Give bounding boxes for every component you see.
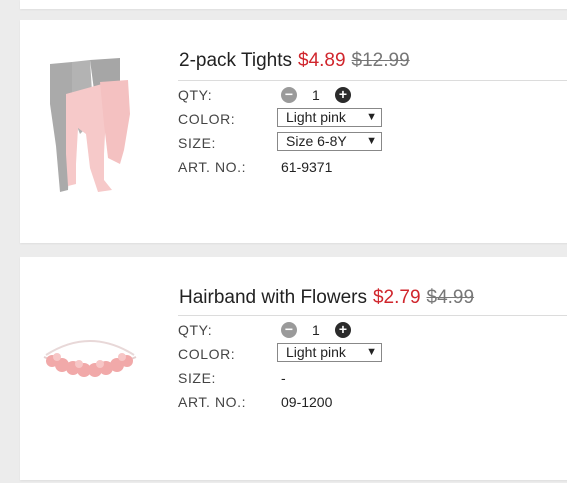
increase-qty-button[interactable]: + — [335, 322, 351, 338]
qty-value: 1 — [312, 87, 320, 103]
art-no-value: 09-1200 — [281, 394, 333, 410]
product-image-tights[interactable] — [42, 54, 142, 196]
increase-qty-button[interactable]: + — [335, 87, 351, 103]
size-label: SIZE: — [178, 370, 217, 386]
art-no-label: ART. NO.: — [178, 159, 247, 175]
qty-value: 1 — [312, 322, 320, 338]
previous-item-card — [20, 0, 567, 9]
product-name-link[interactable]: 2-pack Tights — [179, 50, 292, 71]
color-selected-value: Light pink — [286, 109, 346, 125]
size-select[interactable]: Size 6-8Y ▼ — [277, 132, 382, 151]
cart-item-tights: 2-pack Tights $4.89 $12.99 QTY: − 1 + COLO… — [20, 20, 567, 243]
original-price: $12.99 — [351, 50, 410, 71]
divider — [178, 80, 567, 81]
size-selected-value: Size 6-8Y — [286, 133, 347, 149]
product-title: 2-pack Tights $4.89 $12.99 — [179, 50, 567, 72]
divider — [178, 315, 567, 316]
decrease-qty-button[interactable]: − — [281, 322, 297, 338]
product-name-link[interactable]: Hairband with Flowers — [179, 287, 367, 308]
qty-label: QTY: — [178, 87, 213, 103]
color-select[interactable]: Light pink ▼ — [277, 343, 382, 362]
art-no-label: ART. NO.: — [178, 394, 247, 410]
original-price: $4.99 — [426, 287, 475, 308]
art-no-value: 61-9371 — [281, 159, 333, 175]
color-label: COLOR: — [178, 346, 236, 362]
caret-down-icon: ▼ — [366, 135, 377, 147]
color-selected-value: Light pink — [286, 344, 346, 360]
decrease-qty-button[interactable]: − — [281, 87, 297, 103]
sale-price: $4.89 — [298, 50, 346, 71]
cart-item-hairband: Hairband with Flowers $2.79 $4.99 QTY: − 1… — [20, 257, 567, 480]
caret-down-icon: ▼ — [366, 111, 377, 123]
qty-label: QTY: — [178, 322, 213, 338]
color-select[interactable]: Light pink ▼ — [277, 108, 382, 127]
color-label: COLOR: — [178, 111, 236, 127]
product-image-hairband[interactable] — [40, 327, 140, 387]
size-value: - — [281, 370, 286, 386]
product-title: Hairband with Flowers $2.79 $4.99 — [179, 287, 567, 309]
caret-down-icon: ▼ — [366, 346, 377, 358]
size-label: SIZE: — [178, 135, 217, 151]
sale-price: $2.79 — [372, 287, 421, 308]
